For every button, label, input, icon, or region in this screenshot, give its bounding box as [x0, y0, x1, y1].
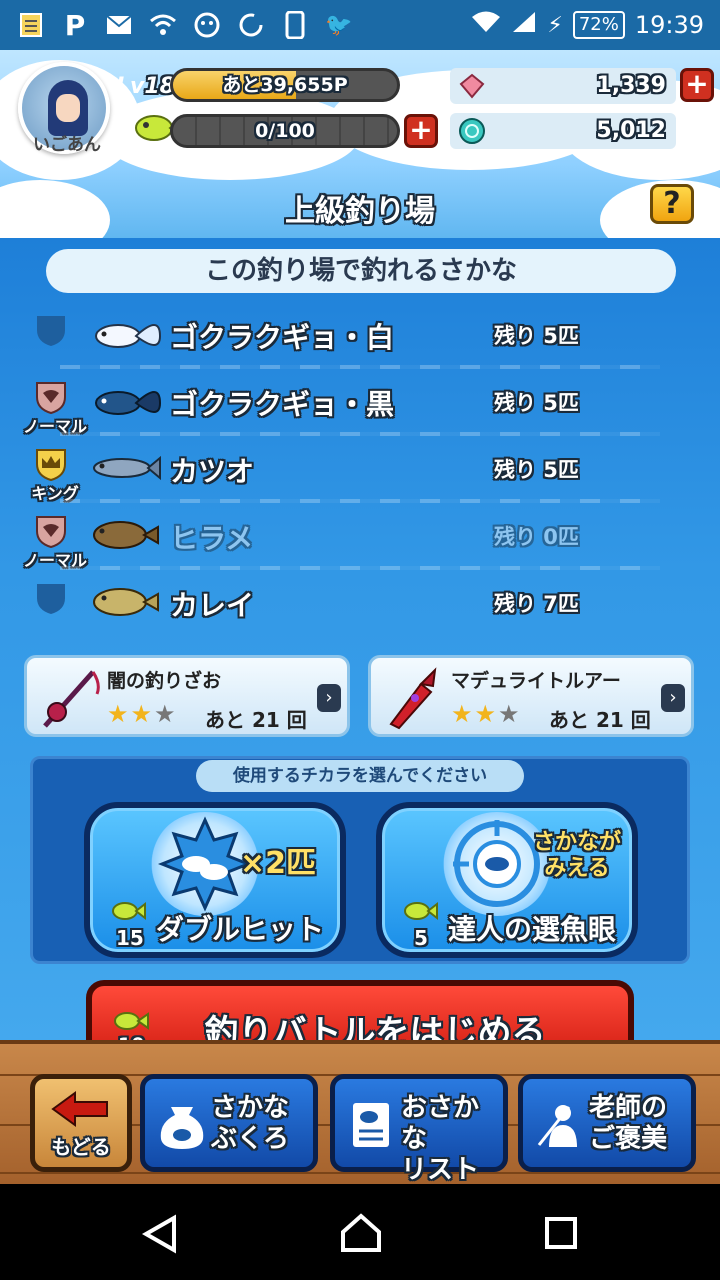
master-reward-icon — [537, 1105, 577, 1147]
gem-counter: 1,339 — [450, 68, 676, 104]
double-hit-skill-button[interactable]: ×2匹 15 ダブルヒット — [84, 802, 346, 958]
fish-name: ゴクラクギョ・黒 — [170, 388, 395, 421]
battery-indicator: 72% — [572, 11, 625, 39]
fish-remaining: 残り 5匹 — [494, 324, 579, 348]
chevron-right-icon[interactable]: › — [661, 684, 685, 712]
white-betta-fish-icon — [95, 324, 162, 348]
player-name: いごあん — [33, 135, 101, 155]
rod-equipment-card[interactable]: 闇の釣りざお ★★★ あと 21 回 › — [24, 655, 350, 737]
recents-icon[interactable] — [544, 1216, 578, 1250]
add-stamina-button[interactable]: + — [404, 114, 438, 148]
normal-rank-badge-icon — [36, 382, 66, 415]
back-arrow-icon — [51, 1091, 108, 1127]
fish-row[interactable]: カレイ 残り 7匹 — [20, 570, 700, 637]
signal-icon — [511, 10, 537, 40]
back-button[interactable]: もどる — [30, 1074, 132, 1172]
equipment-name: 闇の釣りざお — [107, 670, 222, 692]
coin-icon — [459, 118, 485, 144]
fish-remaining: 残り 7匹 — [494, 592, 579, 616]
king-rank-crown-icon — [36, 449, 66, 482]
level-badge: Lv18 — [116, 74, 175, 99]
fish-remaining: 残り 0匹 — [494, 525, 579, 549]
charging-icon: ⚡ — [547, 12, 563, 38]
maduraite-lure-icon — [389, 667, 437, 730]
fish-bag-button[interactable]: さかな ぶくろ — [140, 1074, 318, 1172]
skill-prompt: 使用するチカラを選んでください — [196, 760, 524, 792]
equipment-uses: あと 21 回 — [205, 708, 307, 732]
fish-cost-icon — [404, 901, 438, 921]
back-triangle-icon[interactable] — [140, 1214, 180, 1254]
fish-name: ゴクラクギョ・白 — [170, 321, 395, 354]
phone-icon — [280, 10, 310, 40]
system-nav-bar — [0, 1184, 720, 1280]
equipment-uses: あと 21 回 — [549, 708, 651, 732]
double-tag: ×2匹 — [240, 846, 317, 881]
normal-rank-badge-icon — [36, 516, 66, 549]
fish-list-header: この釣り場で釣れるさかな — [46, 249, 676, 293]
sync-icon — [236, 10, 266, 40]
wifi-icon — [471, 10, 501, 40]
fish-cost-icon — [112, 901, 146, 921]
mail-icon — [104, 10, 134, 40]
skill-cost: 5 — [414, 926, 428, 950]
fish-visible-tag: さかながみえる — [532, 830, 621, 881]
bonito-fish-icon — [93, 455, 161, 481]
stamina-bar: 0/100 — [170, 114, 400, 148]
help-button[interactable]: ? — [650, 184, 694, 224]
master-eye-skill-button[interactable]: さかながみえる 5 達人の選魚眼 — [376, 802, 638, 958]
star-rating: ★★★ — [451, 700, 522, 728]
status-bar: P 🐦 ⚡ 72% 19:39 — [0, 0, 720, 50]
fish-name: ヒラメ — [170, 522, 254, 555]
flounder-fish-icon — [93, 521, 159, 549]
home-icon[interactable] — [340, 1212, 382, 1254]
empty-rank-shield-icon — [37, 316, 65, 346]
fish-remaining: 残り 5匹 — [494, 458, 579, 482]
area-title: 上級釣り場 — [285, 194, 435, 229]
dark-fishing-rod-icon — [43, 670, 100, 728]
fish-remaining: 残り 5匹 — [494, 391, 579, 415]
flatfish-icon — [93, 588, 159, 616]
fish-list-button[interactable]: おさかな リスト — [330, 1074, 508, 1185]
fish-row[interactable]: ゴクラクギョ・白 残り 5匹 — [20, 302, 700, 369]
fish-name: カツオ — [170, 455, 255, 488]
black-betta-fish-icon — [95, 391, 162, 415]
equipment-name: マデュライトルアー — [451, 670, 621, 692]
wifi-x-icon — [148, 10, 178, 40]
fish-row[interactable]: キング カツオ 残り 5匹 — [20, 436, 700, 503]
fish-cost-icon — [114, 1012, 149, 1030]
skill-label: ダブルヒット — [156, 913, 325, 946]
star-rating: ★★★ — [107, 700, 178, 728]
lure-equipment-card[interactable]: マデュライトルアー ★★★ あと 21 回 › — [368, 655, 694, 737]
empty-rank-shield-icon — [37, 584, 65, 614]
skill-cost: 15 — [116, 926, 144, 950]
face-icon — [192, 10, 222, 40]
fish-list-icon — [353, 1103, 389, 1147]
p-app-icon: P — [64, 8, 86, 42]
fish-name: カレイ — [170, 589, 255, 622]
fish-row[interactable]: ノーマル ヒラメ 残り 0匹 — [20, 503, 700, 570]
master-reward-button[interactable]: 老師の ご褒美 — [518, 1074, 696, 1172]
notes-icon — [16, 10, 46, 40]
gem-icon — [459, 73, 485, 99]
add-gems-button[interactable]: + — [680, 68, 714, 102]
clock: 19:39 — [634, 11, 704, 39]
chevron-right-icon[interactable]: › — [317, 684, 341, 712]
coin-counter: 5,012 — [450, 113, 676, 149]
fish-bag-icon — [160, 1107, 204, 1149]
skill-label: 達人の選魚眼 — [448, 913, 617, 946]
fish-row[interactable]: ノーマル ゴクラクギョ・黒 残り 5匹 — [20, 369, 700, 436]
exp-bar: あと39,655P — [170, 68, 400, 102]
twitter-icon: 🐦 — [325, 12, 353, 38]
